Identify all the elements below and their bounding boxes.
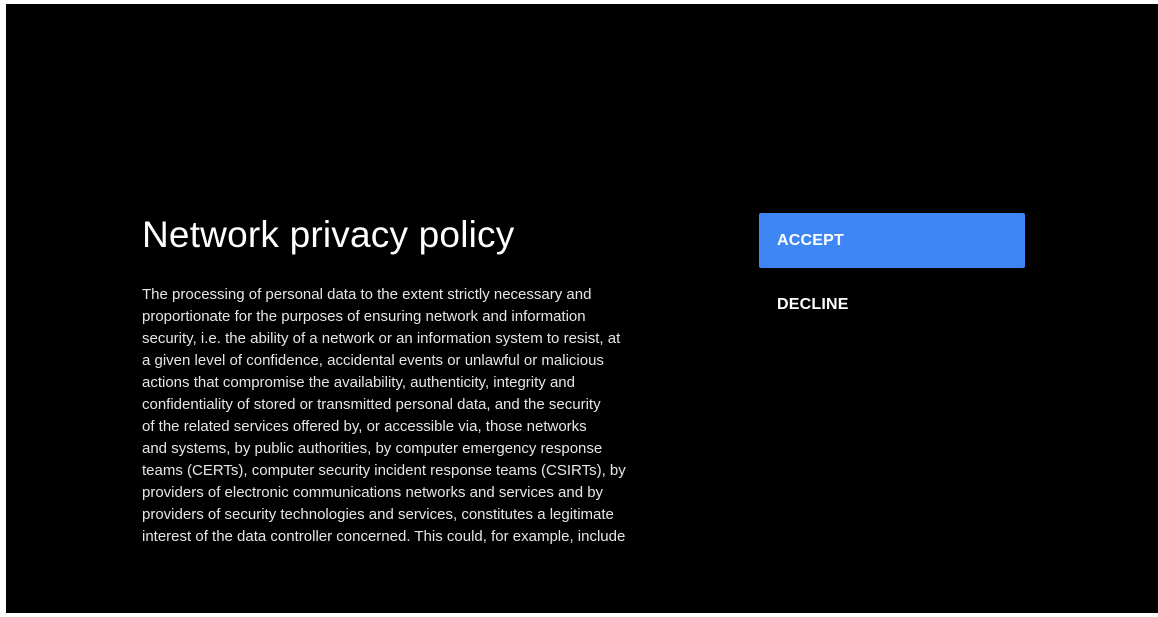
policy-text[interactable]: The processing of personal data to the e… [142, 284, 702, 613]
decline-button[interactable]: DECLINE [759, 277, 1025, 332]
page-title: Network privacy policy [142, 214, 515, 255]
policy-text-line: providers of electronic communications n… [142, 484, 604, 501]
policy-text-line: confidentiality of stored or transmitted… [142, 396, 601, 413]
policy-text-line: The processing of personal data to the e… [142, 286, 592, 303]
policy-text-line: of the related services offered by, or a… [142, 418, 587, 435]
policy-text-line: security, i.e. the ability of a network … [142, 330, 621, 347]
policy-text-line: a given level of confidence, accidental … [142, 352, 604, 369]
policy-text-line: proportionate for the purposes of ensuri… [142, 308, 586, 325]
policy-text-line: interest of the data controller concerne… [142, 528, 626, 545]
action-list: ACCEPT DECLINE [759, 213, 1025, 332]
policy-text-line: and systems, by public authorities, by c… [142, 440, 603, 457]
accept-button[interactable]: ACCEPT [759, 213, 1025, 268]
policy-text-line: actions that compromise the availability… [142, 374, 575, 391]
tv-screen: Network privacy policy The processing of… [6, 4, 1158, 613]
policy-text-line: teams (CERTs), computer security inciden… [142, 462, 626, 479]
policy-text-line: providers of security technologies and s… [142, 506, 614, 523]
